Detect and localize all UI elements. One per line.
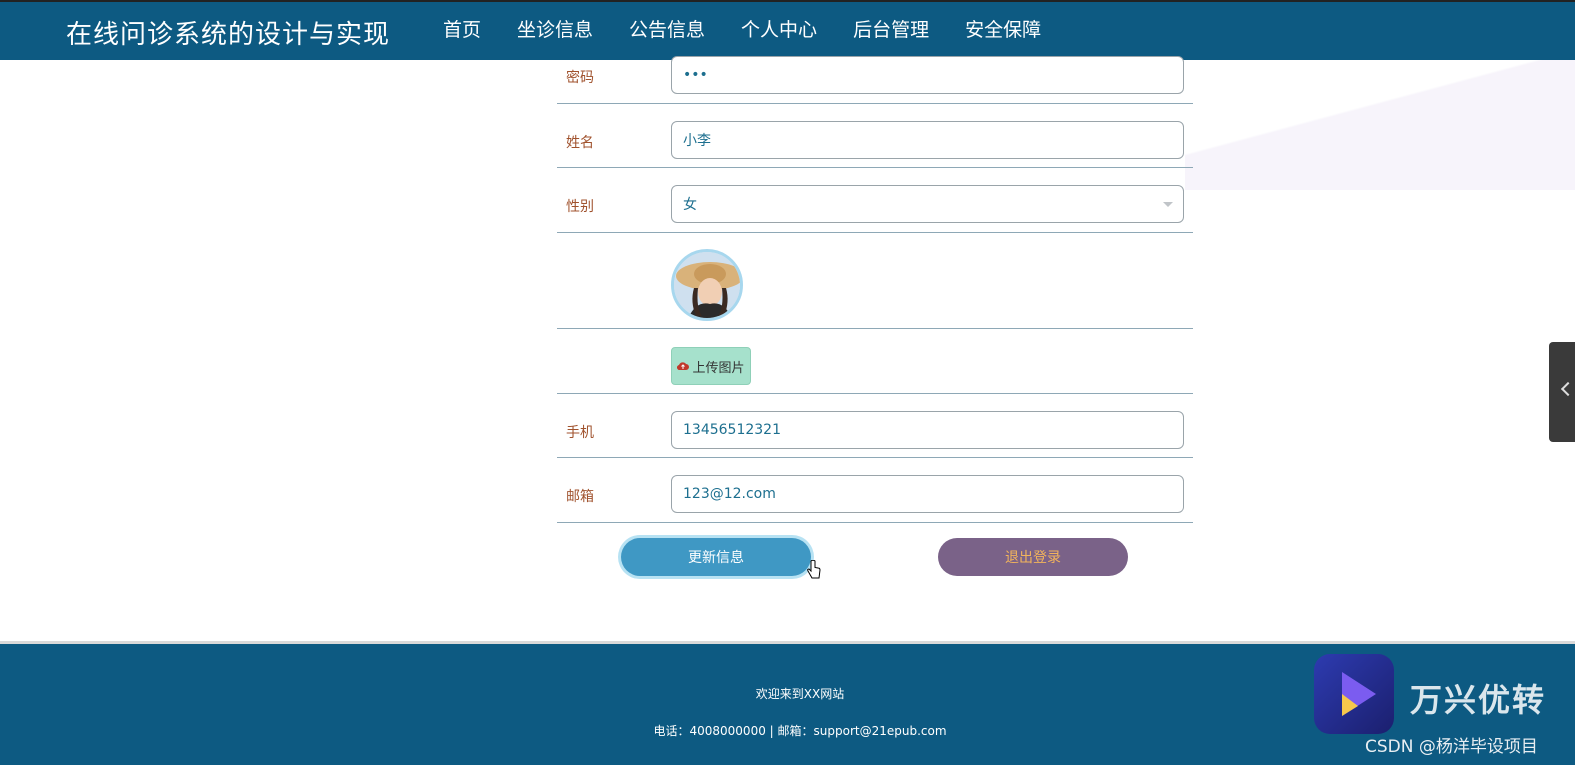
- phone-value: 13456512321: [683, 422, 781, 438]
- gender-row: 性别 女: [557, 168, 1193, 233]
- gender-value: 女: [683, 197, 697, 213]
- site-title: 在线问诊系统的设计与实现: [66, 20, 391, 50]
- phone-row: 手机 13456512321: [557, 394, 1193, 458]
- name-value: 小李: [683, 133, 711, 149]
- email-value: 123@12.com: [683, 486, 776, 502]
- background-decoration: [1185, 60, 1575, 190]
- nav-item-home[interactable]: 首页: [425, 2, 499, 60]
- logout-button[interactable]: 退出登录: [938, 538, 1128, 576]
- upload-image-label: 上传图片: [692, 360, 745, 376]
- password-label: 密码: [566, 70, 594, 86]
- top-navbar: 在线问诊系统的设计与实现 首页 坐诊信息 公告信息 个人中心 后台管理 安全保障: [0, 0, 1575, 60]
- nav-item-announcements[interactable]: 公告信息: [611, 2, 723, 60]
- chevron-left-icon: [1560, 381, 1575, 397]
- password-value: •••: [683, 67, 708, 83]
- side-panel-toggle[interactable]: [1549, 342, 1575, 442]
- email-label: 邮箱: [566, 489, 594, 505]
- phone-field[interactable]: 13456512321: [671, 411, 1184, 449]
- avatar-image: [674, 252, 740, 318]
- name-row: 姓名 小李: [557, 104, 1193, 168]
- avatar-row: [557, 233, 1193, 329]
- page: 在线问诊系统的设计与实现 首页 坐诊信息 公告信息 个人中心 后台管理 安全保障…: [0, 0, 1575, 765]
- phone-label: 手机: [566, 425, 594, 441]
- nav-item-security[interactable]: 安全保障: [947, 2, 1059, 60]
- password-row: 密码 •••: [557, 56, 1193, 104]
- play-logo-icon: [1342, 672, 1376, 716]
- form-actions: 更新信息 退出登录: [557, 538, 1193, 598]
- logout-label: 退出登录: [1005, 550, 1061, 566]
- profile-form: 密码 ••• 姓名 小李 性别 女 上传图片 手机 13456512321 邮箱…: [557, 56, 1193, 579]
- nav-item-personal-center[interactable]: 个人中心: [723, 2, 836, 60]
- nav-item-clinic-info[interactable]: 坐诊信息: [499, 2, 611, 60]
- password-field[interactable]: •••: [671, 56, 1184, 94]
- chevron-down-icon: [1163, 202, 1173, 207]
- gender-select[interactable]: 女: [671, 185, 1184, 223]
- hand-cursor-icon: [807, 560, 821, 579]
- upload-row: 上传图片: [557, 329, 1193, 394]
- update-info-button[interactable]: 更新信息: [621, 538, 821, 579]
- update-info-label: 更新信息: [688, 550, 744, 566]
- name-label: 姓名: [566, 135, 594, 151]
- nav-item-admin[interactable]: 后台管理: [835, 2, 947, 60]
- email-field[interactable]: 123@12.com: [671, 475, 1184, 513]
- avatar: [671, 249, 743, 321]
- gender-label: 性别: [566, 199, 594, 215]
- watermark-logo: [1314, 654, 1394, 734]
- main-nav: 首页 坐诊信息 公告信息 个人中心 后台管理 安全保障: [425, 2, 1059, 60]
- watermark-brand: 万兴优转: [1410, 681, 1547, 719]
- watermark-csdn: CSDN @杨洋毕设项目: [1365, 737, 1538, 757]
- email-row: 邮箱 123@12.com: [557, 458, 1193, 523]
- name-field[interactable]: 小李: [671, 121, 1184, 159]
- upload-image-button[interactable]: 上传图片: [671, 347, 751, 385]
- upload-cloud-icon: [677, 362, 690, 371]
